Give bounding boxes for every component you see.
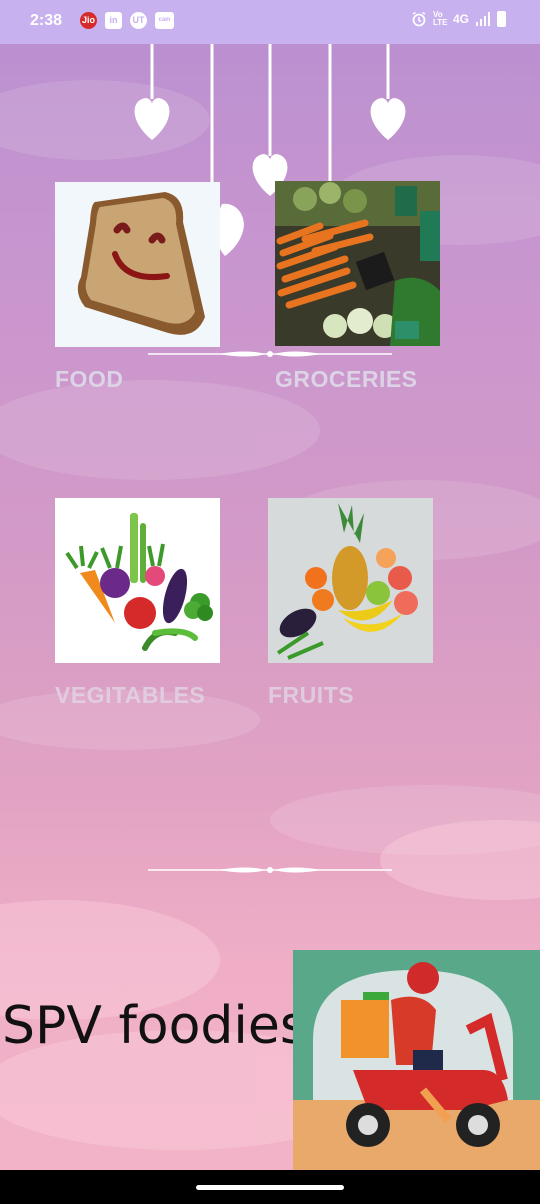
delivery-illustration — [293, 950, 540, 1170]
fruits-tile[interactable] — [268, 498, 433, 663]
category-label-food[interactable]: FOOD — [55, 366, 123, 393]
volte-icon: Vo LTE — [432, 10, 448, 27]
bread-smiley-image — [55, 182, 220, 347]
system-icons: Vo LTE 4G — [411, 11, 506, 27]
jio-icon: Jio — [80, 12, 97, 29]
alarm-icon — [412, 11, 426, 27]
system-navigation-bar — [0, 1170, 540, 1204]
category-label-vegetables[interactable]: VEGITABLES — [55, 682, 205, 709]
vegetables-image — [55, 498, 220, 663]
groceries-tile[interactable] — [275, 181, 440, 346]
linkedin-icon: in — [105, 12, 122, 29]
battery-icon — [497, 11, 506, 27]
food-tile[interactable] — [55, 182, 220, 347]
market-vegetables-image — [275, 181, 440, 346]
category-label-groceries[interactable]: GROCERIES — [275, 366, 418, 393]
fruits-image — [268, 498, 433, 663]
heart-icon — [370, 98, 406, 140]
category-label-fruits[interactable]: FRUITS — [268, 682, 354, 709]
ut-icon: UT — [130, 12, 147, 29]
status-time: 2:38 — [30, 12, 63, 29]
brand-name: SPV foodies — [2, 996, 307, 1056]
ornament-divider — [148, 867, 392, 873]
signal-icon — [476, 12, 490, 26]
heart-icon — [134, 98, 170, 140]
network-type: 4G — [452, 12, 469, 26]
camera-app-icon: cam — [155, 12, 174, 29]
status-bar: 2:38 Jio in UT cam Vo LTE 4G — [0, 0, 540, 44]
vegetables-tile[interactable] — [55, 498, 220, 663]
ornament-divider — [148, 351, 392, 357]
home-gesture-handle[interactable] — [196, 1185, 344, 1190]
notification-icons: Jio in UT cam — [80, 12, 174, 29]
